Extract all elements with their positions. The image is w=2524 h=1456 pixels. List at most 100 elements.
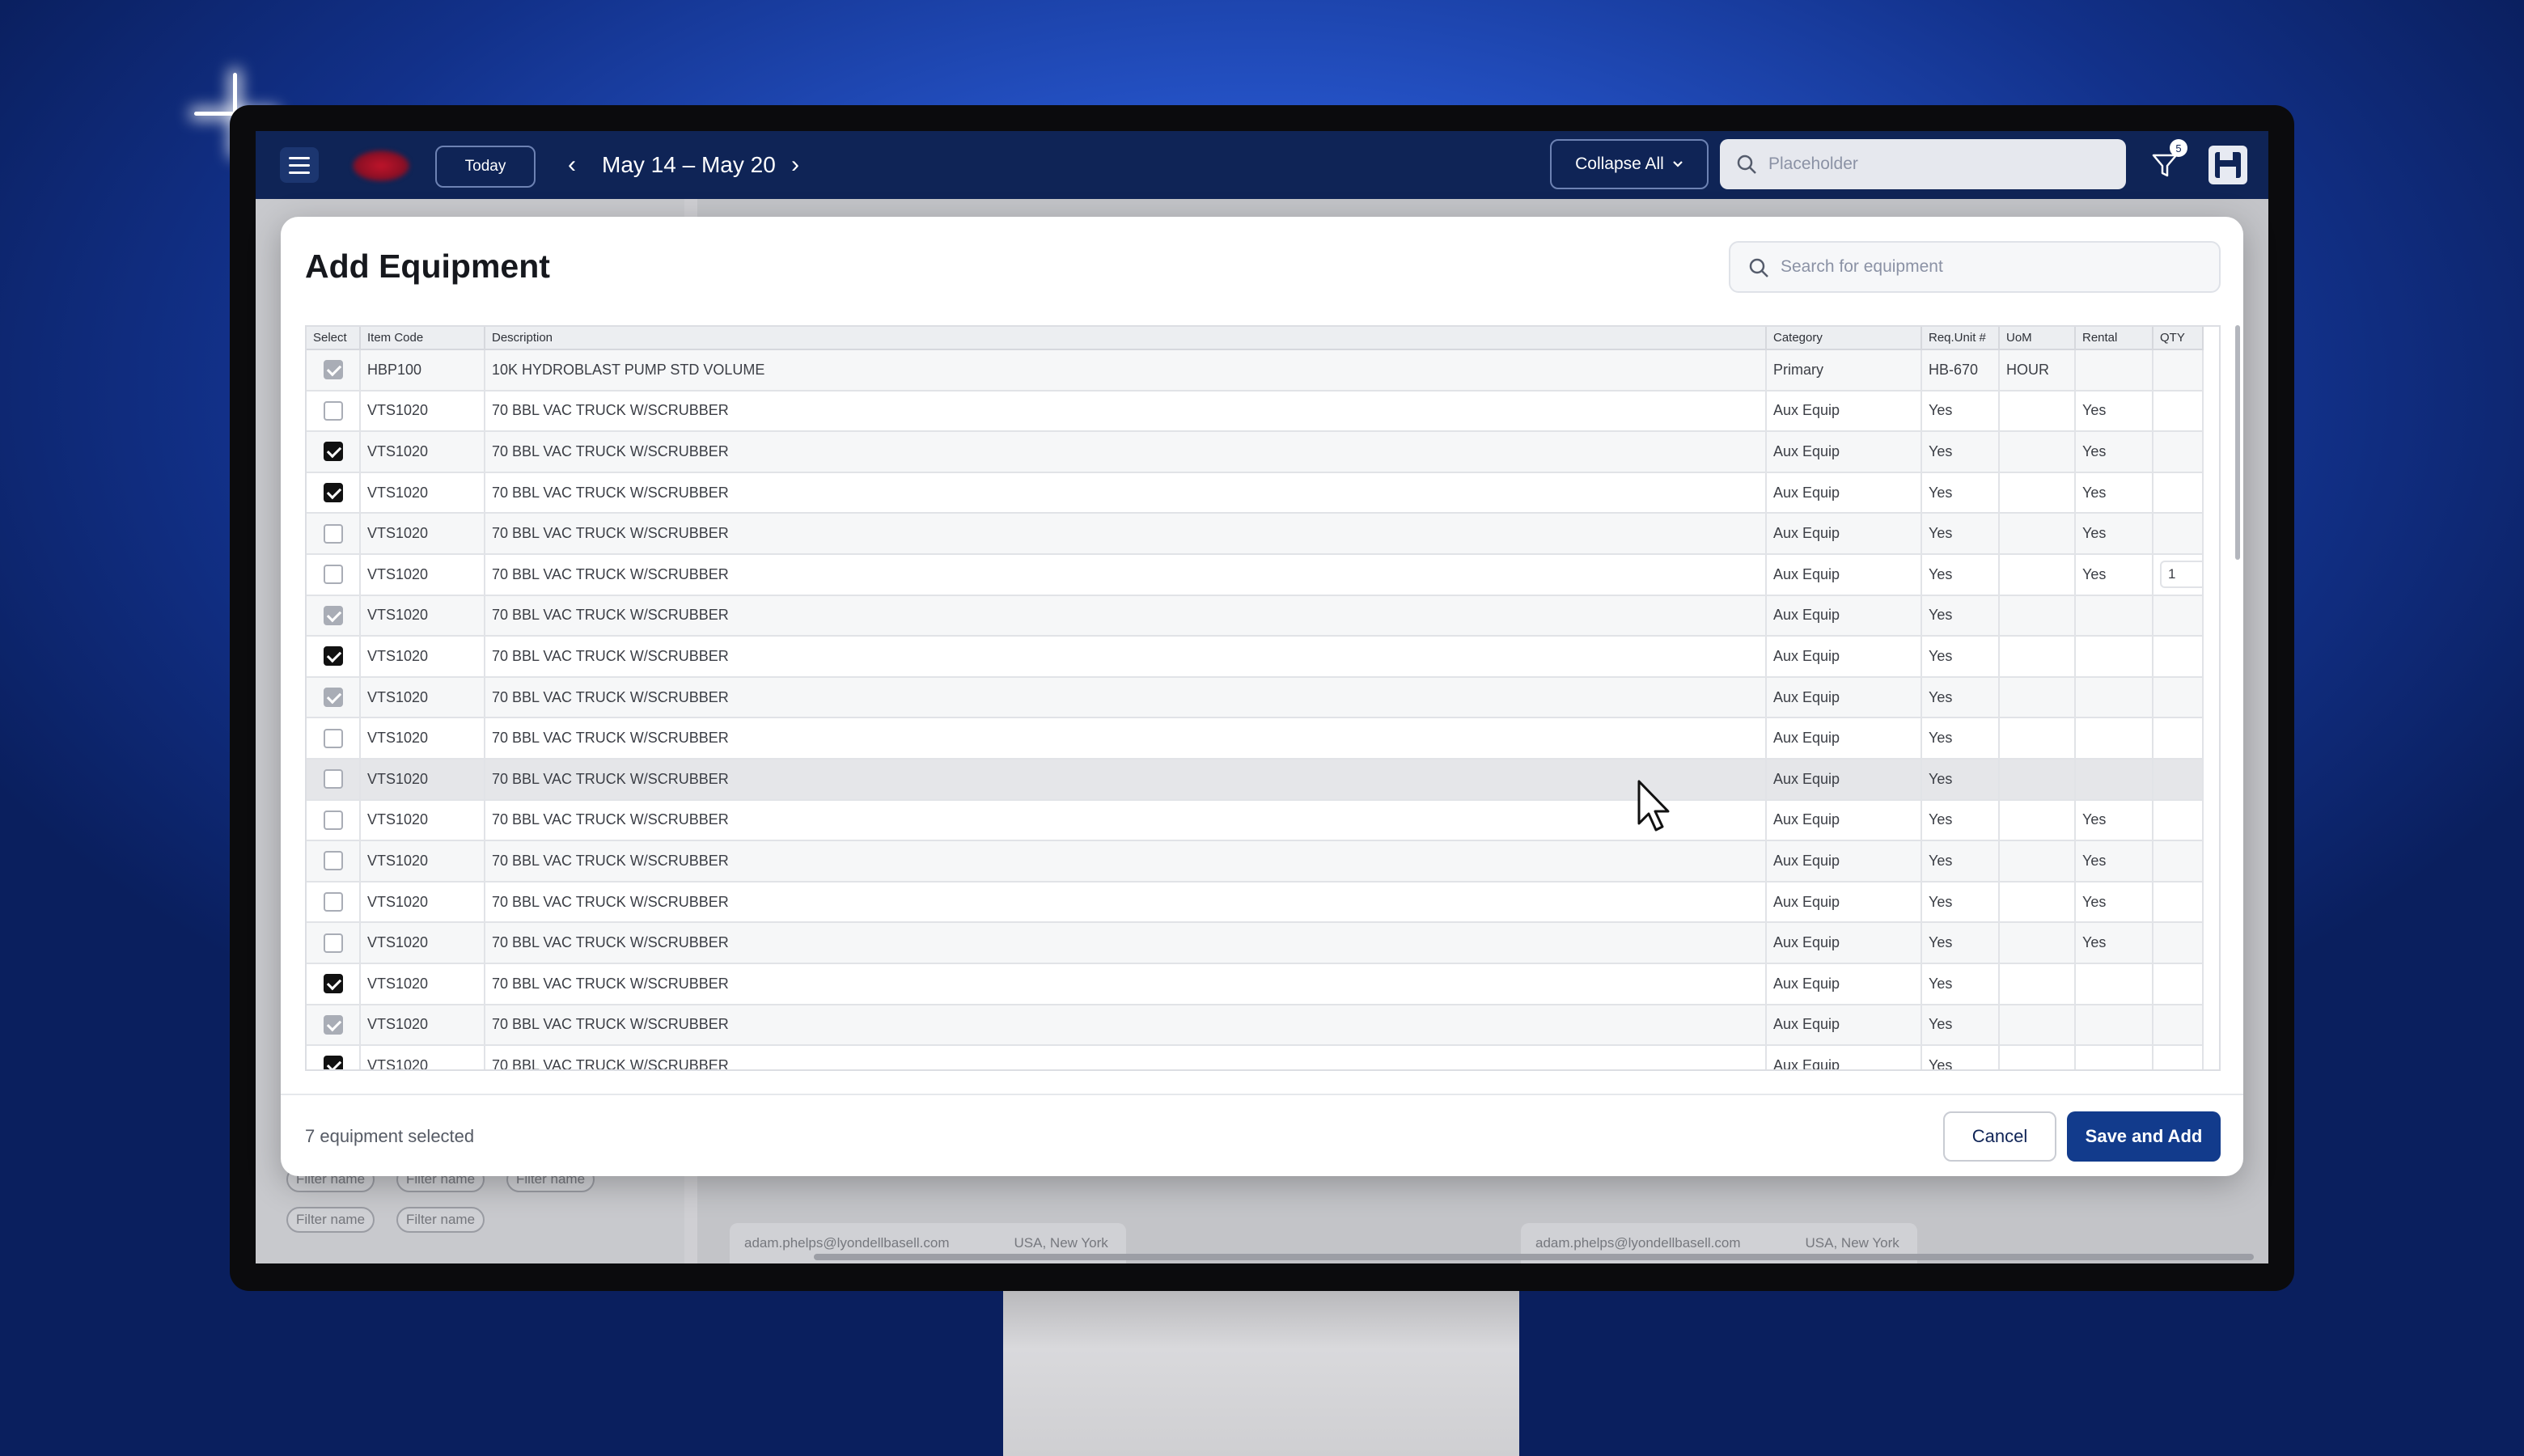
column-header-description[interactable]: Description (485, 327, 1767, 350)
vertical-scrollbar[interactable] (2235, 325, 2240, 560)
qty-cell[interactable] (2153, 431, 2204, 473)
select-cell (307, 840, 361, 882)
rental-cell: Yes (2075, 513, 2153, 555)
rental-cell (2075, 717, 2153, 760)
qty-cell[interactable] (2153, 840, 2204, 882)
category-cell: Aux Equip (1766, 431, 1922, 473)
description-cell: 10K HYDROBLAST PUMP STD VOLUME (485, 349, 1767, 392)
select-cell (307, 1004, 361, 1047)
qty-cell[interactable] (2153, 1004, 2204, 1047)
qty-input[interactable]: 1 (2160, 561, 2201, 589)
row-checkbox[interactable] (323, 974, 343, 994)
row-checkbox[interactable] (323, 442, 343, 462)
qty-cell[interactable] (2153, 636, 2204, 678)
row-checkbox[interactable] (323, 400, 343, 421)
collapse-all-button[interactable]: Collapse All (1550, 139, 1709, 189)
row-checkbox[interactable] (323, 646, 343, 667)
uom-cell (1999, 1045, 2076, 1069)
column-header-rental[interactable]: Rental (2075, 327, 2153, 350)
prev-week-arrow-icon[interactable]: ‹ (568, 149, 576, 181)
uom-cell (1999, 963, 2076, 1005)
select-cell (307, 676, 361, 719)
column-header-category[interactable]: Category (1766, 327, 1922, 350)
today-button[interactable]: Today (435, 146, 536, 188)
description-cell: 70 BBL VAC TRUCK W/SCRUBBER (485, 472, 1767, 514)
row-checkbox[interactable] (323, 565, 343, 585)
equipment-search-input[interactable]: Search for equipment (1729, 241, 2221, 293)
top-search-input[interactable]: Placeholder (1720, 139, 2126, 189)
top-search-placeholder: Placeholder (1768, 154, 1858, 173)
table-row[interactable]: VTS1020 70 BBL VAC TRUCK W/SCRUBBER Aux Eq… (307, 390, 2204, 433)
row-checkbox[interactable] (323, 769, 343, 789)
table-row[interactable]: VTS1020 70 BBL VAC TRUCK W/SCRUBBER Aux Eq… (307, 513, 2204, 555)
row-checkbox[interactable] (323, 933, 343, 953)
mouse-cursor-icon (1637, 780, 1670, 832)
table-row[interactable]: VTS1020 70 BBL VAC TRUCK W/SCRUBBER Aux Eq… (307, 636, 2204, 678)
qty-cell[interactable] (2153, 349, 2204, 392)
save-icon[interactable] (2208, 146, 2247, 184)
qty-cell[interactable] (2153, 676, 2204, 719)
table-row[interactable]: VTS1020 70 BBL VAC TRUCK W/SCRUBBER Aux Eq… (307, 676, 2204, 719)
card-location: USA, New York (1014, 1235, 1108, 1251)
horizontal-scrollbar[interactable] (814, 1254, 2254, 1260)
cancel-button[interactable]: Cancel (1943, 1111, 2056, 1162)
table-header-row: Select Item Code Description Category Re… (307, 327, 2204, 350)
row-checkbox[interactable] (323, 483, 343, 503)
menu-icon[interactable] (280, 147, 319, 183)
rental-cell: Yes (2075, 390, 2153, 433)
uom-cell (1999, 431, 2076, 473)
qty-cell[interactable] (2153, 881, 2204, 924)
qty-cell[interactable] (2153, 799, 2204, 842)
row-checkbox[interactable] (323, 892, 343, 912)
table-row[interactable]: VTS1020 70 BBL VAC TRUCK W/SCRUBBER Aux Eq… (307, 717, 2204, 760)
column-header-uom[interactable]: UoM (1999, 327, 2076, 350)
uom-cell (1999, 595, 2076, 637)
qty-cell[interactable] (2153, 758, 2204, 801)
qty-cell[interactable] (2153, 1045, 2204, 1069)
table-row[interactable]: VTS1020 70 BBL VAC TRUCK W/SCRUBBER Aux Eq… (307, 881, 2204, 924)
category-cell: Aux Equip (1766, 676, 1922, 719)
item-code-cell: VTS1020 (360, 717, 485, 760)
table-row[interactable]: VTS1020 70 BBL VAC TRUCK W/SCRUBBER Aux Eq… (307, 553, 2204, 596)
brand-logo (353, 150, 409, 181)
column-header-select[interactable]: Select (307, 327, 361, 350)
row-checkbox[interactable] (323, 810, 343, 830)
category-cell: Aux Equip (1766, 717, 1922, 760)
row-checkbox[interactable] (323, 851, 343, 871)
table-row[interactable]: VTS1020 70 BBL VAC TRUCK W/SCRUBBER Aux Eq… (307, 799, 2204, 842)
table-row[interactable]: VTS1020 70 BBL VAC TRUCK W/SCRUBBER Aux Eq… (307, 595, 2204, 637)
save-and-add-button[interactable]: Save and Add (2067, 1111, 2221, 1162)
item-code-cell: VTS1020 (360, 472, 485, 514)
category-cell: Aux Equip (1766, 922, 1922, 964)
row-checkbox[interactable] (323, 728, 343, 748)
table-row[interactable]: VTS1020 70 BBL VAC TRUCK W/SCRUBBER Aux Eq… (307, 431, 2204, 473)
column-header-item-code[interactable]: Item Code (360, 327, 485, 350)
row-checkbox[interactable] (323, 523, 343, 544)
qty-cell[interactable] (2153, 513, 2204, 555)
table-row[interactable]: VTS1020 70 BBL VAC TRUCK W/SCRUBBER Aux Eq… (307, 472, 2204, 514)
row-checkbox (323, 360, 343, 380)
qty-cell[interactable] (2153, 963, 2204, 1005)
item-code-cell: VTS1020 (360, 390, 485, 433)
next-week-arrow-icon[interactable]: › (791, 149, 799, 181)
qty-cell[interactable] (2153, 595, 2204, 637)
table-row[interactable]: VTS1020 70 BBL VAC TRUCK W/SCRUBBER Aux Eq… (307, 758, 2204, 801)
table-row[interactable]: VTS1020 70 BBL VAC TRUCK W/SCRUBBER Aux Eq… (307, 963, 2204, 1005)
table-row[interactable]: HBP100 10K HYDROBLAST PUMP STD VOLUME Prim… (307, 349, 2204, 392)
category-cell: Aux Equip (1766, 1045, 1922, 1069)
column-header-req-unit[interactable]: Req.Unit # (1921, 327, 2000, 350)
table-row[interactable]: VTS1020 70 BBL VAC TRUCK W/SCRUBBER Aux Eq… (307, 840, 2204, 882)
qty-cell[interactable] (2153, 472, 2204, 514)
chevron-down-icon (1673, 161, 1683, 167)
table-row[interactable]: VTS1020 70 BBL VAC TRUCK W/SCRUBBER Aux Eq… (307, 1004, 2204, 1047)
qty-cell[interactable]: 1 (2153, 553, 2204, 596)
qty-cell[interactable] (2153, 922, 2204, 964)
select-cell (307, 553, 361, 596)
qty-cell[interactable] (2153, 390, 2204, 433)
table-row[interactable]: VTS1020 70 BBL VAC TRUCK W/SCRUBBER Aux Eq… (307, 922, 2204, 964)
qty-cell[interactable] (2153, 717, 2204, 760)
row-checkbox[interactable] (323, 1056, 343, 1069)
column-header-qty[interactable]: QTY (2153, 327, 2204, 350)
rental-cell: Yes (2075, 840, 2153, 882)
table-row[interactable]: VTS1020 70 BBL VAC TRUCK W/SCRUBBER Aux Eq… (307, 1045, 2204, 1069)
